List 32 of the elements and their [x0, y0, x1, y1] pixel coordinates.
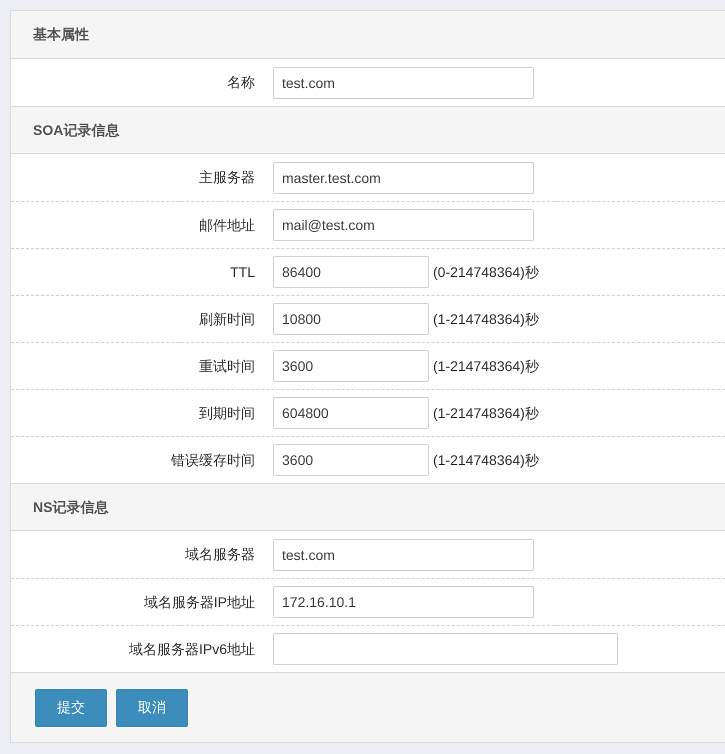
field-label: 域名服务器 — [184, 545, 255, 564]
input-field[interactable]: 10800 — [273, 303, 429, 335]
submit-button[interactable]: 提交 — [35, 688, 107, 726]
field-label: 错误缓存时间 — [170, 450, 255, 470]
field-label: 主服务器 — [198, 168, 255, 187]
range-hint: (1-214748364)秒 — [433, 310, 539, 329]
input-field[interactable]: 172.16.10.1 — [273, 586, 534, 618]
input-field[interactable]: 3600 — [273, 350, 429, 382]
range-hint: (1-214748364)秒 — [433, 404, 539, 423]
input-field[interactable]: mail@test.com — [273, 209, 534, 241]
input-field[interactable] — [273, 633, 618, 665]
section-title: SOA记录信息 — [33, 120, 120, 140]
input-field[interactable]: test.com — [273, 538, 534, 570]
field-label: 刷新时间 — [198, 310, 255, 328]
field-label: 到期时间 — [198, 404, 255, 422]
field-label: 名称 — [226, 73, 255, 92]
cancel-button[interactable]: 取消 — [116, 688, 188, 726]
input-field[interactable]: master.test.com — [273, 162, 534, 194]
field-label: 邮件地址 — [198, 216, 255, 234]
section-title: NS记录信息 — [33, 498, 108, 516]
input-field[interactable]: 604800 — [273, 397, 429, 429]
input-field[interactable]: 86400 — [273, 256, 429, 288]
field-label: 重试时间 — [198, 356, 255, 376]
field-label: 域名服务器IP地址 — [142, 592, 255, 612]
range-hint: (1-214748364)秒 — [433, 356, 539, 376]
field-label: 域名服务器IPv6地址 — [128, 640, 255, 658]
input-field[interactable]: 3600 — [273, 444, 429, 476]
field-label: TTL — [229, 262, 255, 282]
range-hint: (0-214748364)秒 — [433, 262, 539, 282]
range-hint: (1-214748364)秒 — [433, 450, 539, 470]
section-title: 基本属性 — [33, 25, 89, 44]
input-field[interactable]: test.com — [273, 66, 534, 98]
